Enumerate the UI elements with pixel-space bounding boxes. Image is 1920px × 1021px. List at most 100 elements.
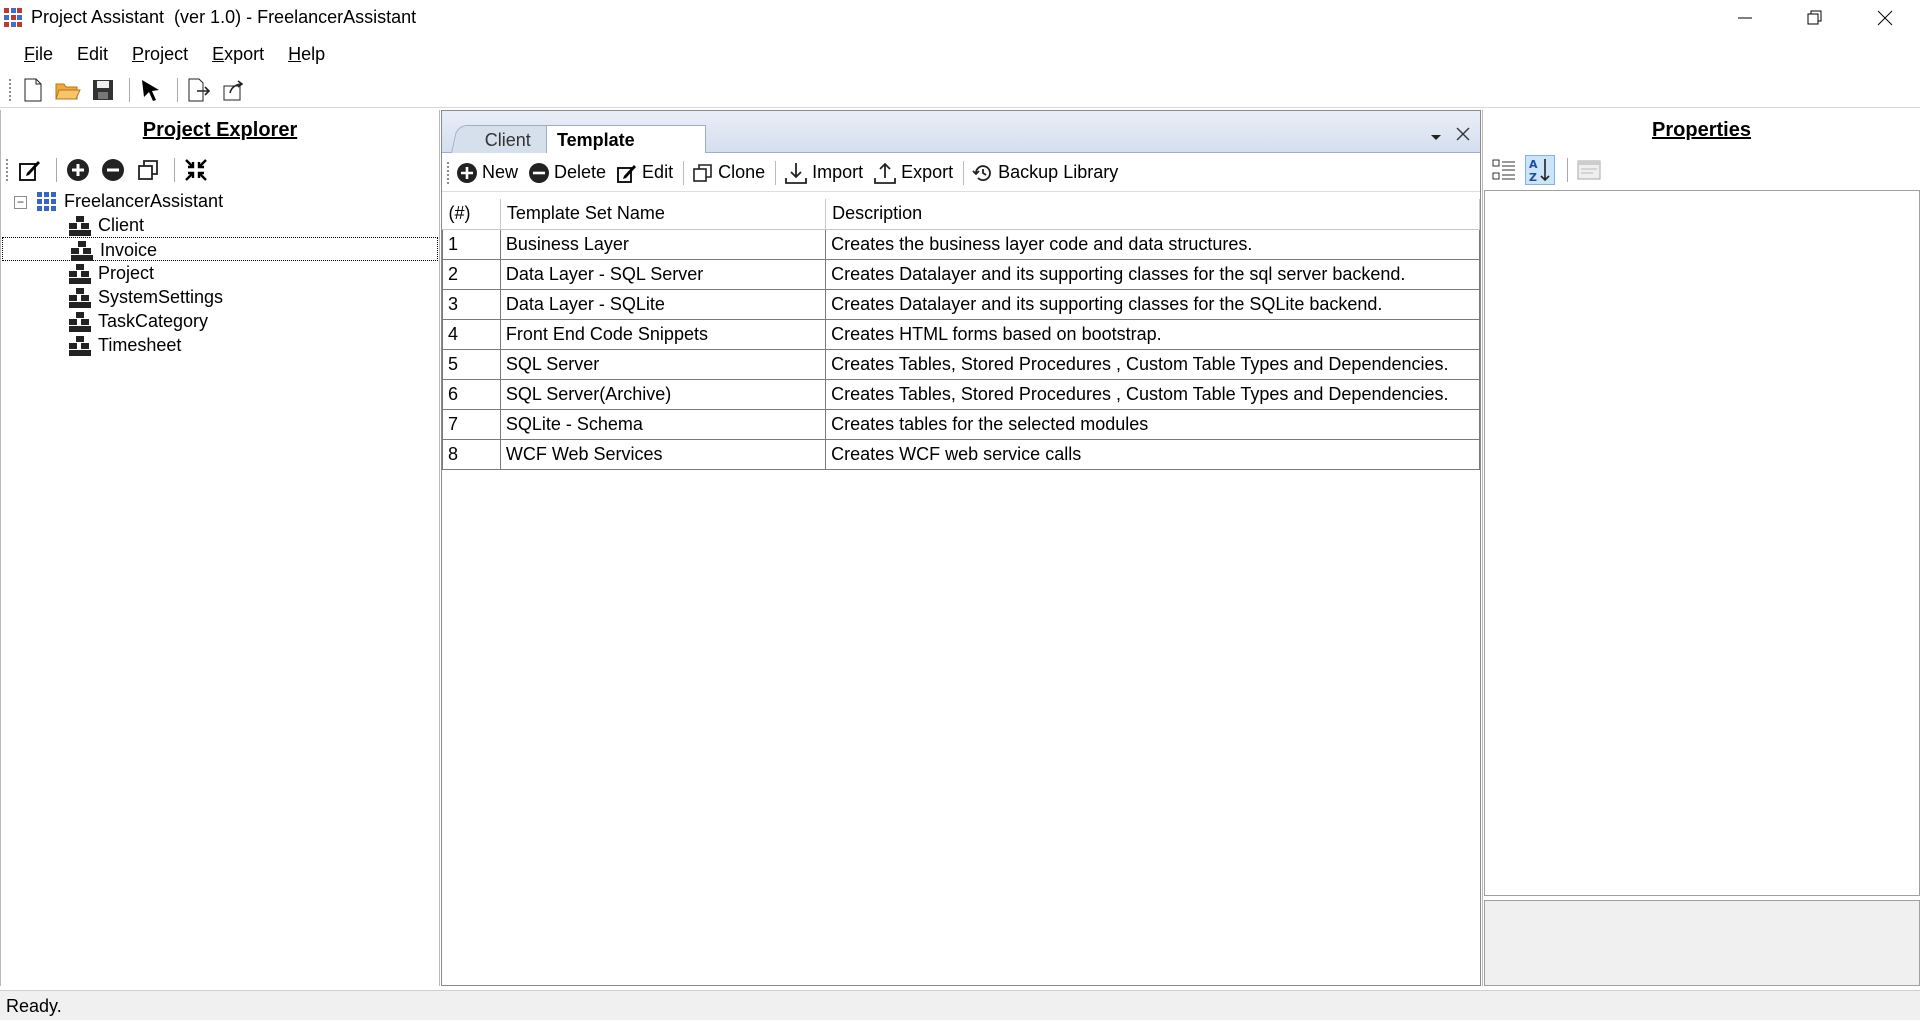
backup-library-button[interactable]: Backup Library [972, 162, 1118, 184]
cell-description: Creates the business layer code and data… [825, 228, 1480, 260]
collapse-toggle-icon[interactable]: − [14, 195, 27, 209]
share-button[interactable] [219, 75, 249, 105]
table-row[interactable]: 7 SQLite - Schema Creates tables for the s… [442, 408, 1480, 440]
template-toolbar: New Delete Edit Clone Import Export Back… [442, 154, 1480, 192]
table-row[interactable]: 3 Data Layer - SQLite Creates Datalayer an… [442, 288, 1480, 320]
tree-item-label: Client [98, 215, 145, 235]
menu-edit[interactable]: Edit [65, 36, 120, 72]
table-row[interactable]: 6 SQL Server(Archive) Creates Tables, Stor… [442, 378, 1480, 410]
title-bar: Project Assistant (ver 1.0) - Freelancer… [0, 0, 1920, 36]
menu-bar: File Edit Project Export Help [0, 36, 1920, 72]
property-pages-icon [1577, 160, 1601, 180]
toolbar-grip[interactable] [5, 158, 9, 182]
cell-description: Creates WCF web service calls [825, 438, 1480, 470]
project-tree: − FreelancerAssistant Client Invoice Proj… [1, 189, 439, 357]
close-window-button[interactable] [1850, 0, 1920, 36]
copy-node-button[interactable] [133, 155, 163, 185]
tree-item-label: Project [98, 263, 155, 283]
cell-number: 6 [442, 378, 501, 410]
import-icon [785, 162, 808, 184]
table-row[interactable]: 5 SQL Server Creates Tables, Stored Proced… [442, 348, 1480, 380]
cell-name: SQL Server(Archive) [499, 378, 827, 410]
property-description [1484, 900, 1920, 986]
tab-client[interactable]: Client [451, 125, 553, 153]
module-icon [69, 264, 91, 285]
column-header-number[interactable]: (#) [442, 199, 501, 230]
new-file-button[interactable] [18, 75, 48, 105]
cell-name: Business Layer [499, 228, 827, 260]
tree-item-label: Timesheet [98, 335, 182, 355]
restore-button[interactable] [1780, 0, 1850, 36]
tree-item-client[interactable]: Client [1, 213, 439, 237]
toolbar-grip[interactable] [446, 160, 450, 185]
share-icon [223, 79, 244, 100]
export-file-button[interactable] [184, 75, 214, 105]
cell-number: 3 [442, 288, 501, 320]
explorer-toolbar [5, 152, 216, 188]
open-button[interactable] [53, 75, 83, 105]
cell-name: WCF Web Services [499, 438, 827, 470]
cell-name: SQLite - Schema [499, 408, 827, 440]
edit-node-button[interactable] [15, 155, 45, 185]
export-icon [874, 162, 897, 184]
cell-name: Data Layer - SQLite [499, 288, 827, 320]
menu-export[interactable]: Export [200, 36, 276, 72]
tree-item-project[interactable]: Project [1, 261, 439, 285]
tree-item-invoice[interactable]: Invoice [2, 237, 438, 262]
clone-icon [693, 163, 712, 182]
new-file-icon [24, 78, 42, 101]
edit-template-button[interactable]: Edit [616, 162, 673, 184]
close-tab-button[interactable] [1452, 123, 1474, 145]
cell-description: Creates Tables, Stored Procedures , Cust… [825, 378, 1480, 410]
edit-icon [617, 164, 637, 183]
new-template-button[interactable]: New [456, 162, 518, 184]
import-template-button[interactable]: Import [784, 161, 863, 185]
menu-help[interactable]: Help [276, 36, 337, 72]
window-title: Project Assistant (ver 1.0) - Freelancer… [31, 7, 417, 27]
app-icon [4, 8, 23, 27]
template-grid: (#) Template Set Name Description 1 Busin… [442, 199, 1480, 470]
toolbar-grip[interactable] [8, 77, 12, 102]
alphabetical-sort-button[interactable]: AZ [1525, 155, 1555, 185]
collapse-all-button[interactable] [181, 155, 211, 185]
tree-item-taskcategory[interactable]: TaskCategory [1, 309, 439, 333]
property-pages-button[interactable] [1574, 155, 1604, 185]
property-grid[interactable] [1484, 190, 1920, 896]
menu-file[interactable]: File [12, 36, 65, 72]
project-explorer-title: Project Explorer [142, 119, 298, 141]
table-row[interactable]: 8 WCF Web Services Creates WCF web service… [442, 438, 1480, 470]
pointer-icon [142, 79, 159, 101]
categorized-view-button[interactable] [1489, 155, 1519, 185]
project-explorer-panel: Project Explorer − FreelancerAssistant Cl… [0, 110, 440, 986]
tree-item-label: TaskCategory [98, 311, 209, 331]
status-text: Ready. [6, 996, 62, 1016]
select-pointer-button[interactable] [136, 75, 166, 105]
toolbar-separator [177, 77, 178, 102]
cell-description: Creates Tables, Stored Procedures , Cust… [825, 348, 1480, 380]
properties-toolbar: AZ [1489, 152, 1610, 188]
plus-circle-icon [67, 159, 89, 181]
export-template-button[interactable]: Export [873, 161, 953, 185]
tab-template-library[interactable]: Template Library [546, 125, 706, 178]
table-row[interactable]: 2 Data Layer - SQL Server Creates Datalaye… [442, 258, 1480, 290]
tab-list-button[interactable] [1425, 125, 1447, 147]
tree-item-timesheet[interactable]: Timesheet [1, 333, 439, 357]
tree-item-systemsettings[interactable]: SystemSettings [1, 285, 439, 309]
remove-node-button[interactable] [98, 155, 128, 185]
minimize-button[interactable] [1710, 0, 1780, 36]
tree-root-node[interactable]: − FreelancerAssistant [1, 189, 439, 213]
toolbar-separator [129, 77, 130, 102]
column-header-name[interactable]: Template Set Name [500, 199, 827, 230]
column-header-description[interactable]: Description [825, 199, 1480, 230]
add-node-button[interactable] [63, 155, 93, 185]
save-button[interactable] [88, 75, 118, 105]
toolbar-separator [1567, 158, 1568, 182]
clone-template-button[interactable]: Clone [692, 162, 765, 184]
module-icon [69, 312, 91, 333]
menu-project[interactable]: Project [120, 36, 200, 72]
table-row[interactable]: 1 Business Layer Creates the business laye… [442, 228, 1480, 260]
delete-template-button[interactable]: Delete [528, 162, 606, 184]
tab-strip: Client Template Library [442, 111, 1480, 178]
edit-icon [19, 161, 40, 181]
table-row[interactable]: 4 Front End Code Snippets Creates HTML for… [442, 318, 1480, 350]
